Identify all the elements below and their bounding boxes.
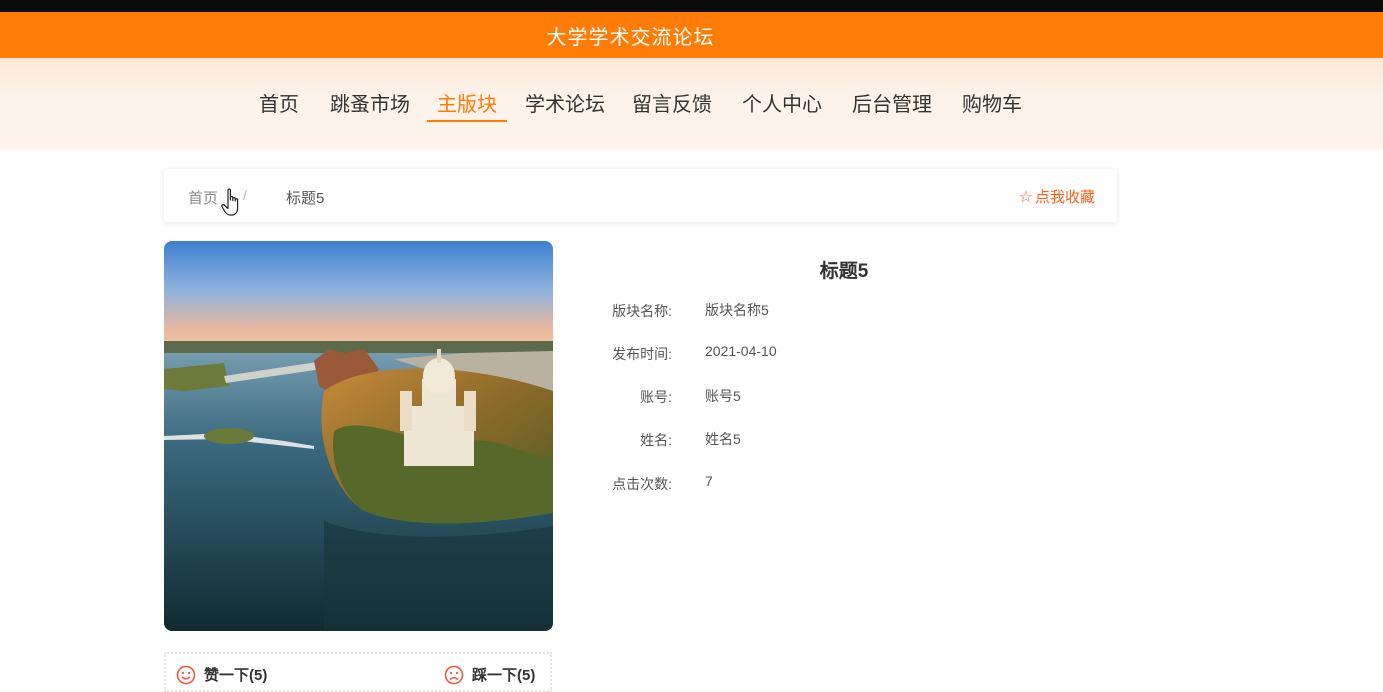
dislike-button[interactable]: 踩一下(5) <box>444 664 535 685</box>
name-label: 姓名: <box>640 432 672 448</box>
nav-item-main-board[interactable]: 主版块 <box>427 88 507 122</box>
publish-time-value: 2021-04-10 <box>705 343 777 359</box>
breadcrumb: 首页 / 标题5 ☆ 点我收藏 <box>164 169 1117 222</box>
smile-icon <box>176 665 196 684</box>
nav-item-academic-forum[interactable]: 学术论坛 <box>525 88 605 122</box>
nav-band: 首页 跳蚤市场 主版块 学术论坛 留言反馈 个人中心 后台管理 购物车 <box>0 58 1383 150</box>
board-name-label: 版块名称: <box>612 303 672 319</box>
breadcrumb-current: 标题5 <box>286 190 325 207</box>
publish-time-label: 发布时间: <box>612 346 672 362</box>
like-label: 赞一下(5) <box>204 667 268 684</box>
account-label: 账号: <box>640 389 672 405</box>
breadcrumb-separator: / <box>243 187 247 203</box>
nav-item-home[interactable]: 首页 <box>259 88 299 122</box>
nav-item-cart[interactable]: 购物车 <box>962 88 1022 122</box>
board-name-value: 版块名称5 <box>705 302 769 318</box>
like-button[interactable]: 赞一下(5) <box>176 664 267 685</box>
favorite-label: 点我收藏 <box>1034 189 1095 206</box>
name-value: 姓名5 <box>705 431 741 447</box>
post-title: 标题5 <box>819 261 869 282</box>
nav-item-flea-market[interactable]: 跳蚤市场 <box>330 88 410 122</box>
frown-icon <box>444 665 464 684</box>
vote-bar: 赞一下(5) 踩一下(5) <box>164 652 552 692</box>
breadcrumb-home-link[interactable]: 首页 <box>188 187 218 208</box>
post-image <box>164 241 553 631</box>
nav-item-user-center[interactable]: 个人中心 <box>742 88 822 122</box>
main-nav: 首页 跳蚤市场 主版块 学术论坛 留言反馈 个人中心 后台管理 购物车 <box>0 58 1383 150</box>
favorite-button[interactable]: ☆ 点我收藏 <box>1019 186 1095 207</box>
dislike-label: 踩一下(5) <box>472 667 536 684</box>
nav-item-admin[interactable]: 后台管理 <box>852 88 932 122</box>
hand-pointer-cursor-icon <box>221 188 239 216</box>
star-outline-icon: ☆ <box>1018 189 1033 206</box>
site-title: 大学学术交流论坛 <box>546 26 715 49</box>
window-top-strip <box>0 0 1383 12</box>
account-value: 账号5 <box>705 388 741 404</box>
click-count-label: 点击次数: <box>612 476 672 492</box>
nav-item-feedback[interactable]: 留言反馈 <box>632 88 712 122</box>
site-header: 大学学术交流论坛 <box>0 12 1383 58</box>
click-count-value: 7 <box>705 473 713 489</box>
